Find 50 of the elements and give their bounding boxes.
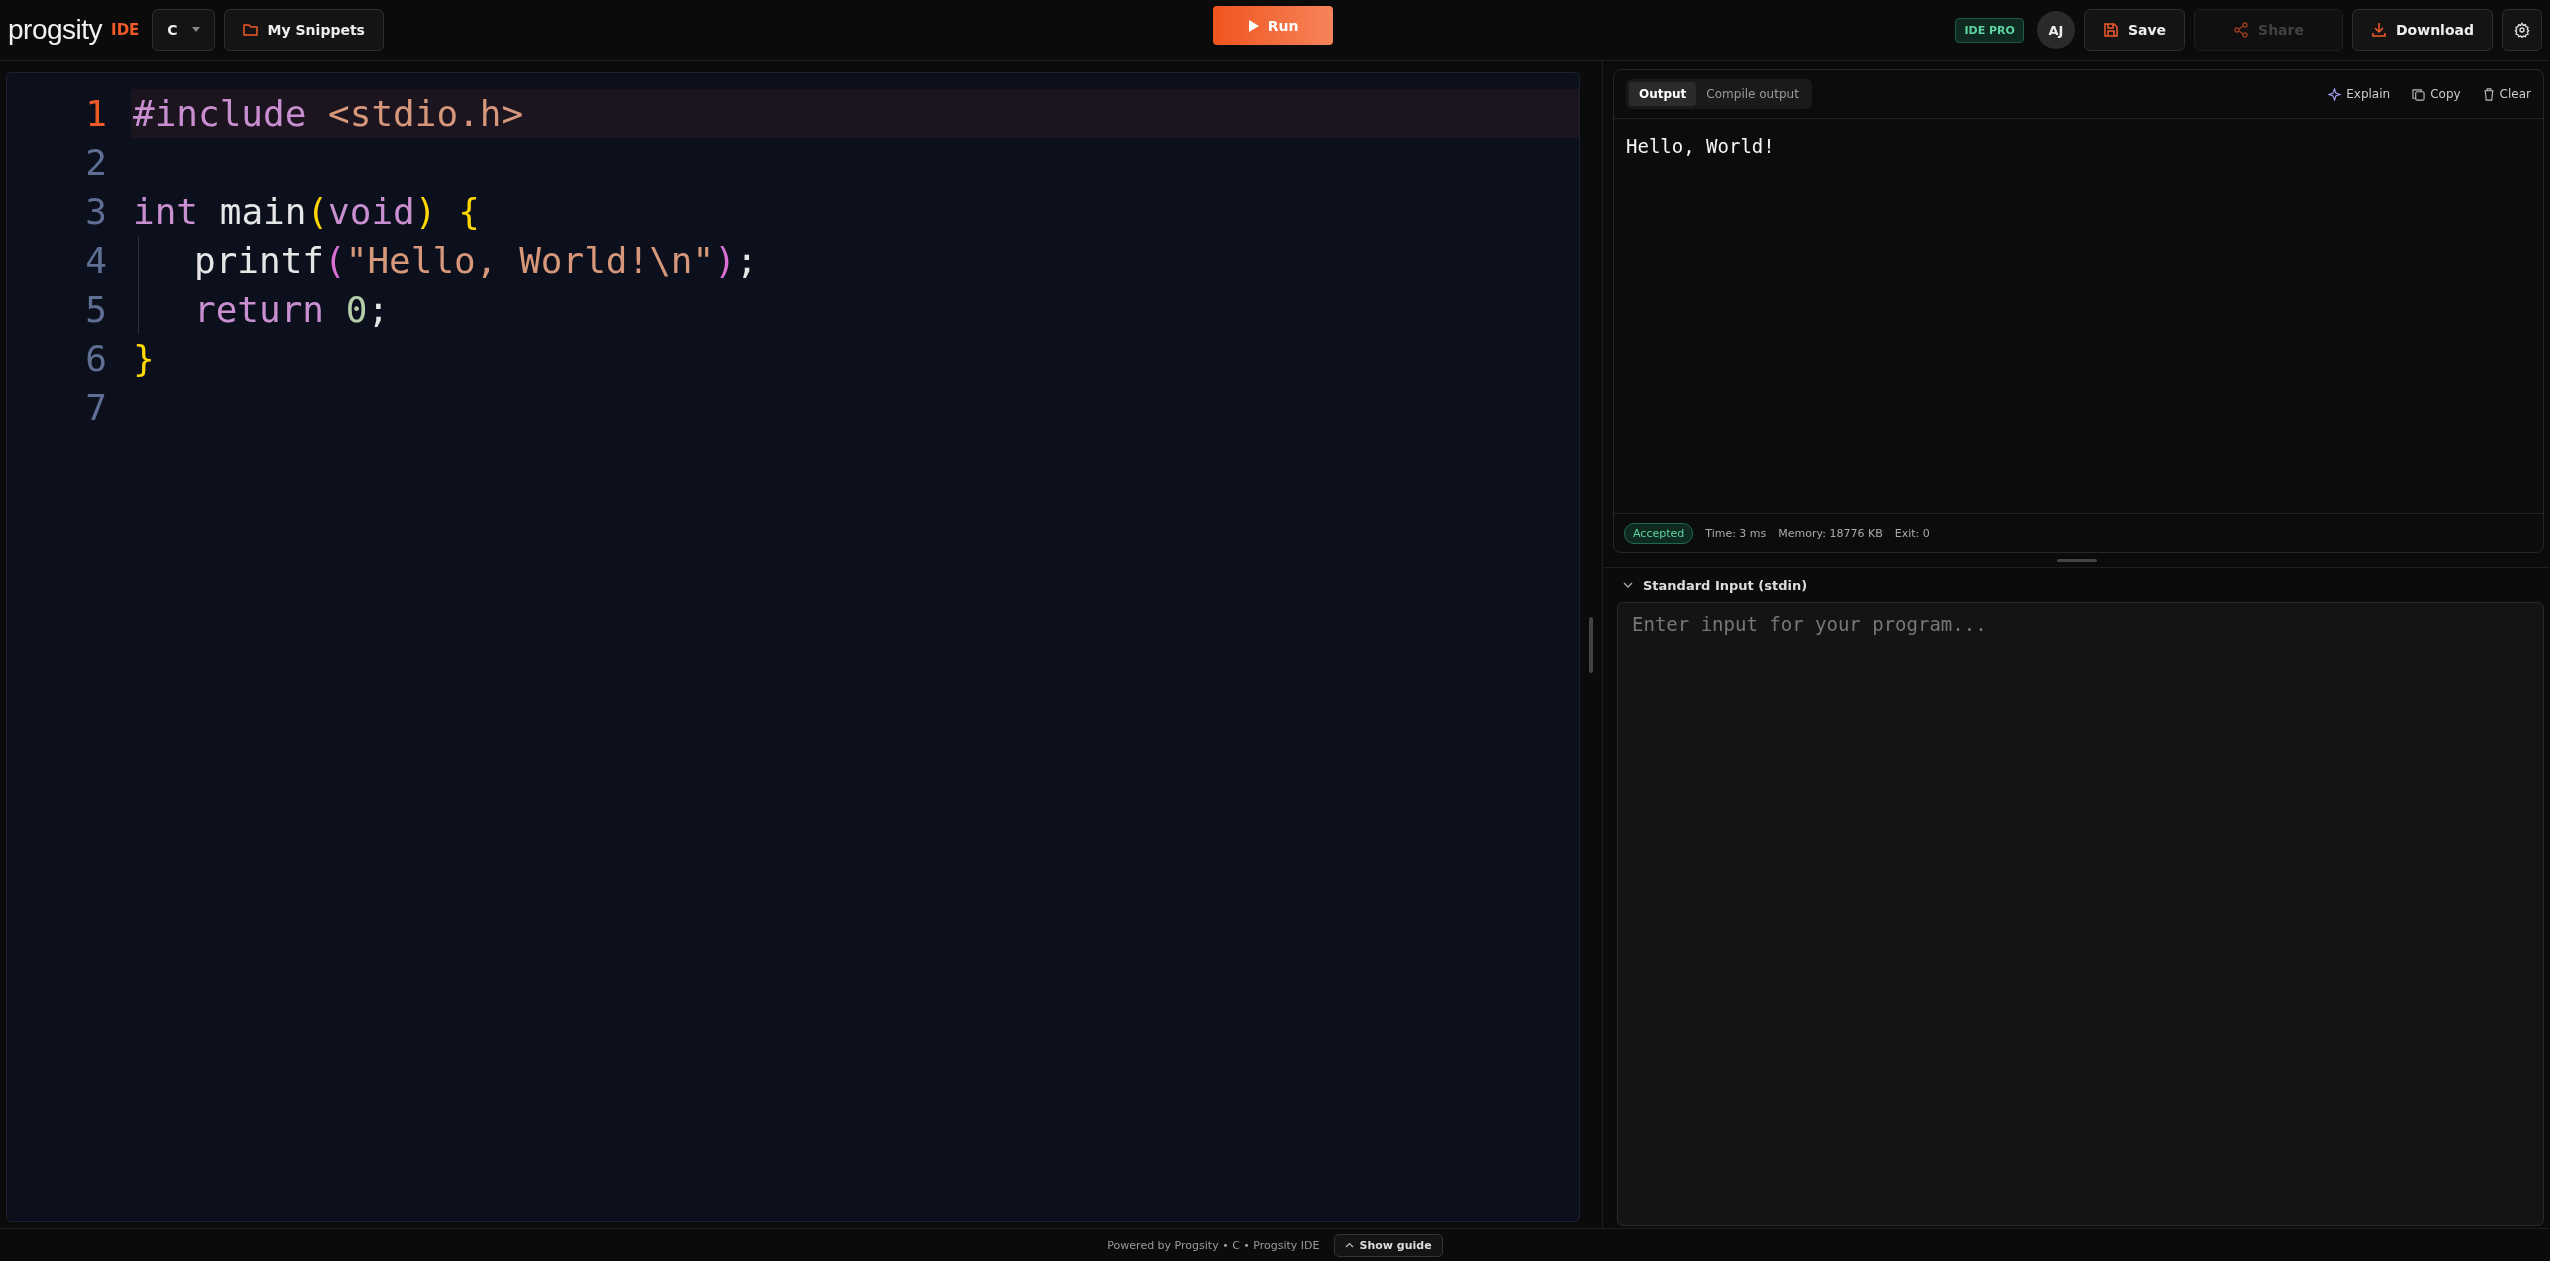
trash-icon [2482,87,2495,101]
settings-button[interactable] [2502,9,2542,51]
line-number: 6 [84,338,107,379]
show-guide-button[interactable]: Show guide [1333,1233,1443,1257]
copy-button[interactable]: Copy [2412,87,2461,101]
chevron-up-icon [1344,1242,1354,1248]
status-badge: Accepted [1624,522,1694,544]
explain-button[interactable]: Explain [2328,87,2391,101]
resize-handle[interactable] [2056,558,2097,562]
share-icon [2233,22,2250,38]
code-line: return 0; [194,289,390,330]
line-number: 3 [84,191,107,232]
line-number: 1 [84,93,107,134]
logo: progsity [8,14,103,46]
logo-suffix: IDE [111,21,140,39]
run-stat: Exit: 0 [1894,526,1930,540]
play-icon [1247,19,1259,32]
line-number: 7 [84,387,107,428]
line-number: 4 [84,240,107,281]
copy-icon [2412,87,2426,101]
line-number: 2 [84,142,107,183]
plan-badge: IDE PRO [1955,17,2024,43]
output-tab[interactable]: Output [1629,82,1697,106]
download-icon [2370,22,2387,38]
code-line: printf("Hello, World!\n"); [194,240,758,281]
chevron-icon[interactable] [1623,580,1633,590]
run-stat: Time: 3 ms [1705,526,1767,540]
download-button[interactable]: Download [2351,9,2493,51]
caret-icon [191,27,200,33]
code-editor[interactable]: 1 #include <stdio.h> 2 3 int main(void) { 4 printf("Hello, World!\n"); 5 return 0; 6 } 7 [6,72,1580,1222]
code-line: #include <stdio.h> [133,93,524,134]
run-stat: Memory: 18776 KB [1778,526,1883,540]
clear-button[interactable]: Clear [2482,87,2531,101]
code-line: } [133,338,155,379]
code-line: int main(void) { [133,191,480,232]
save-button[interactable]: Save [2083,9,2186,51]
save-icon [2102,22,2119,38]
language-dropdown[interactable]: C [152,9,215,51]
output-tab[interactable]: Compile output [1696,82,1809,106]
snippets-button[interactable]: My Snippets [223,9,384,51]
footer-text: Powered by Progsity • C • Progsity IDE [1107,1238,1320,1252]
settings-icon [2514,22,2530,38]
stdin-title: Standard Input (stdin) [1643,577,1808,593]
folder-icon [242,23,259,37]
program-output: Hello, World! [1625,134,1776,159]
line-number: 5 [84,289,107,330]
stdin-field[interactable]: Enter input for your program... [1617,602,2544,1226]
sparkle-icon [2328,87,2342,101]
resize-handle[interactable] [1589,616,1593,673]
avatar[interactable]: AJ [2036,11,2075,49]
